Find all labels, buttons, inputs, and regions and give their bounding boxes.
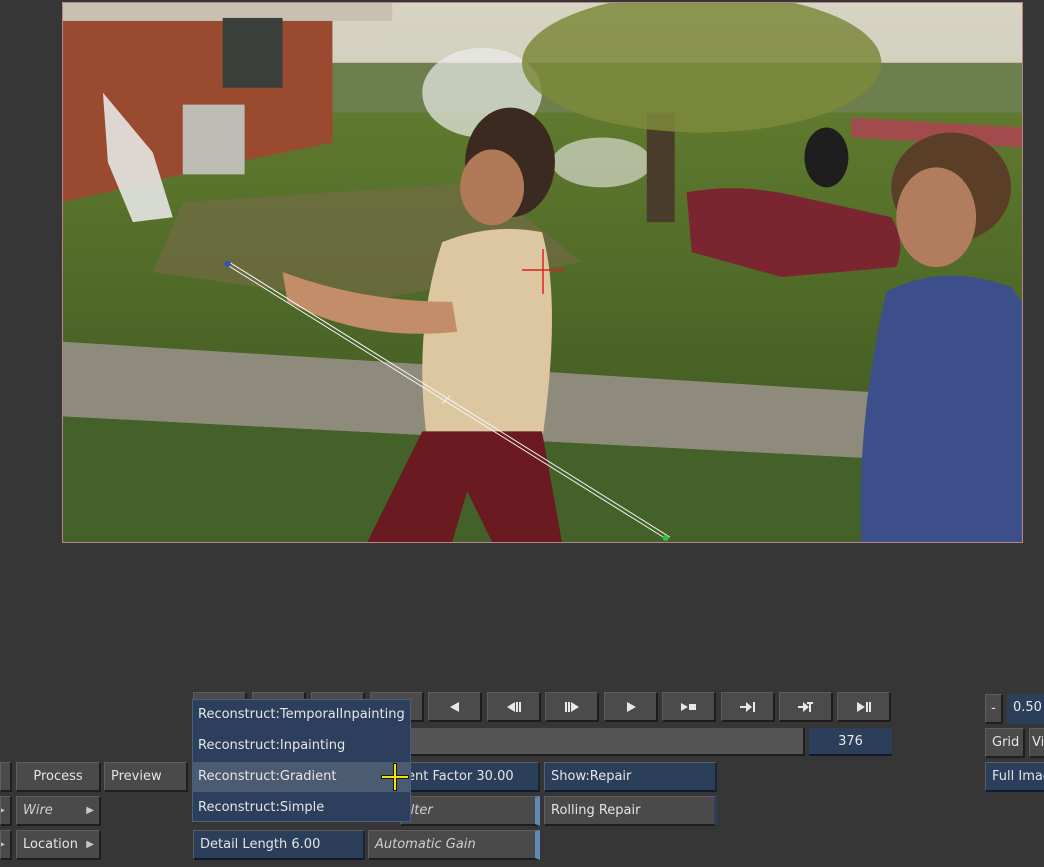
step-back-button[interactable]	[487, 692, 541, 722]
image-viewer[interactable]	[62, 2, 1023, 543]
left-edge-button-2[interactable]: ▶	[0, 796, 12, 826]
automatic-gain-button[interactable]: Automatic Gain	[368, 830, 540, 860]
chevron-right-icon: ▶	[1, 797, 5, 824]
prev-frame-button[interactable]	[428, 692, 482, 722]
chevron-right-icon: ▶	[86, 805, 94, 816]
goto-next-icon	[739, 702, 755, 712]
play-pause-end-button[interactable]	[837, 692, 891, 722]
play-stop-icon	[680, 703, 696, 711]
location-label: Location	[23, 837, 78, 852]
location-menu-button[interactable]: Location ▶	[16, 830, 101, 860]
menu-item-gradient[interactable]: Reconstruct:Gradient	[193, 762, 410, 792]
left-edge-button-1[interactable]	[0, 762, 12, 792]
menu-item-inpainting[interactable]: Reconstruct:Inpainting	[193, 731, 410, 761]
goto-next-button[interactable]	[721, 692, 775, 722]
play-pause-icon	[856, 702, 871, 712]
goto-end-icon	[797, 702, 813, 712]
wire-menu-button[interactable]: Wire ▶	[16, 796, 101, 826]
play-button[interactable]	[604, 692, 658, 722]
goto-end-button[interactable]	[779, 692, 833, 722]
menu-item-simple[interactable]: Reconstruct:Simple	[193, 793, 410, 823]
filter-button[interactable]: ilter	[400, 796, 540, 826]
step-forward-button[interactable]	[545, 692, 599, 722]
play-icon	[626, 702, 636, 712]
video-frame	[63, 3, 1022, 542]
chevron-right-icon: ▶	[86, 839, 94, 850]
grid-button[interactable]: Grid	[985, 728, 1025, 758]
full-image-button[interactable]: Full Imag	[985, 762, 1044, 792]
zoom-minus-button[interactable]: -	[985, 694, 1003, 724]
rolling-repair-button[interactable]: Rolling Repair	[544, 796, 717, 826]
chevron-right-icon: ▶	[1, 831, 5, 858]
triangle-left-icon	[449, 702, 459, 712]
wire-label: Wire	[23, 803, 53, 818]
menu-item-temporal-inpainting[interactable]: Reconstruct:TemporalInpainting	[193, 700, 410, 730]
step-forward-icon	[564, 702, 579, 712]
preview-button[interactable]: Preview	[104, 762, 188, 792]
detail-length-field[interactable]: Detail Length 6.00	[193, 830, 365, 860]
view-button[interactable]: Vi	[1029, 728, 1044, 758]
crosshair-cursor-icon	[381, 763, 409, 791]
process-button[interactable]: Process	[16, 762, 101, 792]
left-edge-button-3[interactable]: ▶	[0, 830, 12, 860]
play-stop-button[interactable]	[662, 692, 716, 722]
show-repair-button[interactable]: Show:Repair	[544, 762, 717, 792]
frame-number-field[interactable]: 376	[809, 728, 892, 756]
factor-field[interactable]: ent Factor 30.00	[400, 762, 540, 792]
frame-slider[interactable]	[410, 728, 805, 756]
zoom-value-field[interactable]: 0.50	[1007, 694, 1044, 724]
reconstruct-dropdown-menu[interactable]: Reconstruct:TemporalInpainting Reconstru…	[192, 699, 411, 822]
step-back-icon	[506, 702, 521, 712]
